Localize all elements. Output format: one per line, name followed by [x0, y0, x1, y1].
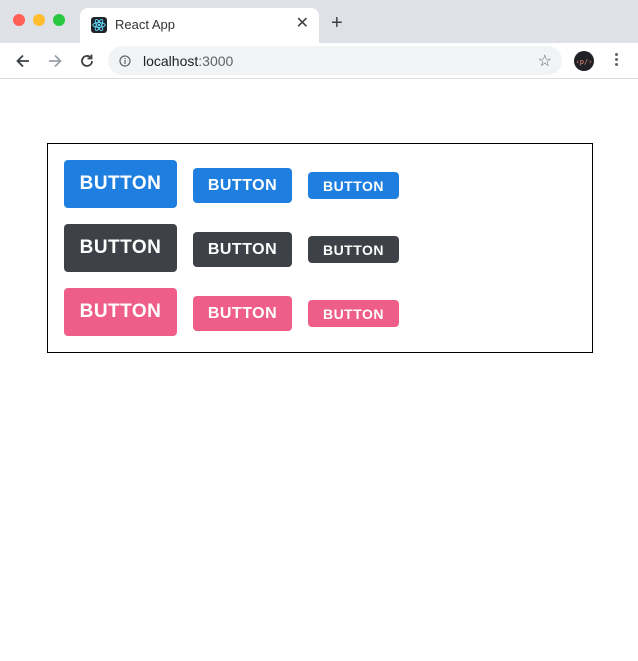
- url-port: :3000: [198, 53, 234, 69]
- zoom-window-button[interactable]: [53, 14, 65, 26]
- back-arrow-icon[interactable]: [14, 52, 32, 70]
- close-window-button[interactable]: [13, 14, 25, 26]
- large-pink-button[interactable]: BUTTON: [64, 288, 177, 336]
- medium-blue-button[interactable]: BUTTON: [193, 168, 292, 203]
- large-blue-button[interactable]: BUTTON: [64, 160, 177, 208]
- reload-icon[interactable]: [78, 52, 96, 70]
- new-tab-button[interactable]: +: [331, 13, 343, 33]
- browser-toolbar: localhost:3000 ☆ ‹p/›: [0, 43, 638, 79]
- profile-avatar[interactable]: ‹p/›: [574, 51, 594, 71]
- small-pink-button[interactable]: BUTTON: [308, 300, 399, 327]
- svg-text:‹p/›: ‹p/›: [576, 58, 593, 66]
- large-dark-button[interactable]: BUTTON: [64, 224, 177, 272]
- forward-arrow-icon[interactable]: [46, 52, 64, 70]
- tab-react-app[interactable]: React App ✕: [80, 8, 319, 43]
- close-tab-icon[interactable]: ✕: [296, 15, 309, 33]
- url-host: localhost: [143, 53, 199, 69]
- minimize-window-button[interactable]: [33, 14, 45, 26]
- medium-dark-button[interactable]: BUTTON: [193, 232, 292, 267]
- info-icon[interactable]: [119, 54, 131, 67]
- medium-pink-button[interactable]: BUTTON: [193, 296, 292, 331]
- react-favicon-icon: [91, 17, 107, 33]
- bookmark-star-icon[interactable]: ☆: [538, 51, 552, 71]
- button-showcase-panel: BUTTON BUTTON BUTTON BUTTON BUTTON BUTTO…: [47, 143, 593, 353]
- kebab-menu-icon[interactable]: [614, 51, 618, 69]
- tab-strip: React App ✕ +: [0, 0, 638, 43]
- url-text: localhost:3000: [143, 53, 233, 69]
- tab-title: React App: [115, 17, 175, 32]
- small-blue-button[interactable]: BUTTON: [308, 172, 399, 199]
- small-dark-button[interactable]: BUTTON: [308, 236, 399, 263]
- address-bar[interactable]: localhost:3000 ☆: [108, 46, 562, 75]
